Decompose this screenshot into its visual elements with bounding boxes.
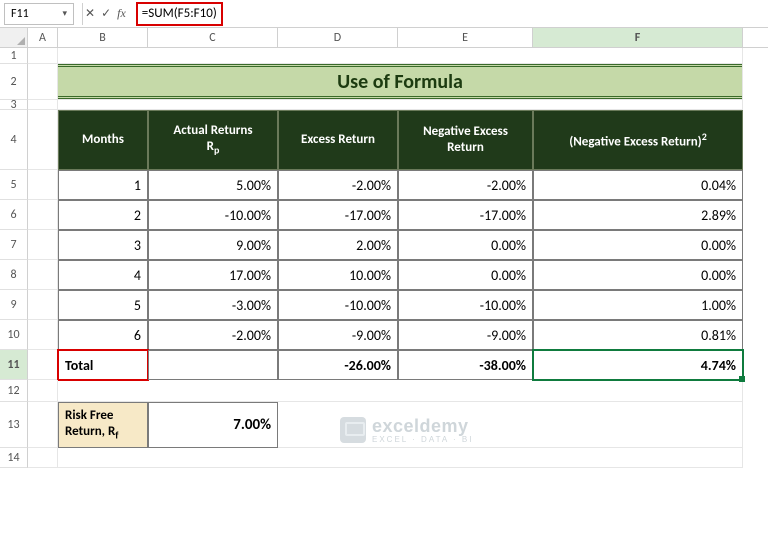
risk-free-value[interactable]: 7.00% — [148, 402, 278, 448]
header-excess-return[interactable]: Excess Return — [278, 110, 398, 170]
table-cell[interactable]: 2.89% — [533, 200, 743, 230]
header-negative-excess[interactable]: Negative Excess Return — [398, 110, 533, 170]
table-cell[interactable]: -17.00% — [278, 200, 398, 230]
cell[interactable] — [28, 230, 58, 260]
cell[interactable] — [28, 290, 58, 320]
table-cell[interactable]: 0.00% — [398, 260, 533, 290]
table-cell[interactable]: 0.04% — [533, 170, 743, 200]
selected-cell[interactable]: 4.74% — [533, 350, 743, 380]
col-header-A[interactable]: A — [28, 28, 58, 47]
row-header[interactable]: 13 — [0, 402, 28, 448]
row-header[interactable]: 14 — [0, 448, 28, 468]
table-cell[interactable]: 0.00% — [398, 230, 533, 260]
formula-bar-buttons: ✕ ✓ fx — [82, 3, 132, 25]
watermark-tagline: EXCEL · DATA · BI — [372, 435, 473, 444]
row-header[interactable]: 4 — [0, 110, 28, 170]
table-cell[interactable]: -10.00% — [148, 200, 278, 230]
table-cell[interactable]: 3 — [58, 230, 148, 260]
enter-icon[interactable]: ✓ — [101, 6, 111, 21]
col-header-F[interactable]: F — [533, 28, 743, 47]
header-negative-excess-sq[interactable]: (Negative Excess Return)2 — [533, 110, 743, 170]
cell[interactable] — [58, 380, 743, 402]
title-cell[interactable]: Use of Formula — [58, 64, 743, 100]
table-cell[interactable]: -10.00% — [278, 290, 398, 320]
col-header-B[interactable]: B — [58, 28, 148, 47]
total-cell[interactable] — [148, 350, 278, 380]
cell[interactable] — [28, 380, 58, 402]
cell[interactable] — [58, 100, 743, 110]
column-header-row: A B C D E F — [0, 28, 768, 48]
table-cell[interactable]: -9.00% — [398, 320, 533, 350]
table-cell[interactable]: 0.00% — [533, 230, 743, 260]
name-box[interactable]: F11 ▾ — [4, 3, 74, 25]
row-header[interactable]: 8 — [0, 260, 28, 290]
cell[interactable] — [28, 48, 58, 64]
header-actual-returns[interactable]: Actual ReturnsRp — [148, 110, 278, 170]
table-cell[interactable]: 2.00% — [278, 230, 398, 260]
table-cell[interactable]: 0.00% — [533, 260, 743, 290]
table-cell[interactable]: 10.00% — [278, 260, 398, 290]
table-cell[interactable]: 6 — [58, 320, 148, 350]
cell[interactable] — [28, 200, 58, 230]
formula-input[interactable]: =SUM(F5:F10) — [132, 3, 764, 25]
row-header[interactable]: 12 — [0, 380, 28, 402]
table-cell[interactable]: 2 — [58, 200, 148, 230]
total-cell[interactable]: -26.00% — [278, 350, 398, 380]
cell[interactable] — [28, 260, 58, 290]
table-cell[interactable]: 17.00% — [148, 260, 278, 290]
table-cell[interactable]: -2.00% — [278, 170, 398, 200]
cell[interactable] — [58, 448, 743, 468]
row-header[interactable]: 2 — [0, 64, 28, 100]
cell[interactable] — [28, 100, 58, 110]
table-cell[interactable]: -17.00% — [398, 200, 533, 230]
table-cell[interactable]: 4 — [58, 260, 148, 290]
table-cell[interactable]: -3.00% — [148, 290, 278, 320]
watermark-logo: exceldemy EXCEL · DATA · BI — [340, 416, 473, 444]
cell[interactable] — [28, 320, 58, 350]
cancel-icon[interactable]: ✕ — [85, 6, 95, 21]
total-cell[interactable]: -38.00% — [398, 350, 533, 380]
cell[interactable] — [28, 110, 58, 170]
chevron-down-icon[interactable]: ▾ — [62, 8, 67, 19]
row-header[interactable]: 9 — [0, 290, 28, 320]
cell[interactable] — [28, 170, 58, 200]
total-label[interactable]: Total — [58, 350, 148, 380]
formula-text: =SUM(F5:F10) — [136, 2, 223, 26]
row-header[interactable]: 11 — [0, 350, 28, 380]
select-all-corner[interactable] — [0, 28, 28, 47]
cell[interactable] — [58, 48, 743, 64]
row-header[interactable]: 7 — [0, 230, 28, 260]
sheet-title: Use of Formula — [58, 64, 742, 99]
table-cell[interactable]: -10.00% — [398, 290, 533, 320]
row-header[interactable]: 3 — [0, 100, 28, 110]
table-cell[interactable]: 1.00% — [533, 290, 743, 320]
watermark-name: exceldemy — [372, 416, 473, 437]
row-header[interactable]: 6 — [0, 200, 28, 230]
table-cell[interactable]: 0.81% — [533, 320, 743, 350]
row-header[interactable]: 5 — [0, 170, 28, 200]
cell-reference: F11 — [11, 7, 29, 21]
exceldemy-icon — [340, 417, 366, 443]
col-header-C[interactable]: C — [148, 28, 278, 47]
cell[interactable] — [28, 402, 58, 448]
formula-bar: F11 ▾ ✕ ✓ fx =SUM(F5:F10) — [0, 0, 768, 28]
fx-icon[interactable]: fx — [117, 6, 126, 21]
table-cell[interactable]: 5 — [58, 290, 148, 320]
risk-free-label[interactable]: Risk FreeReturn, Rf — [58, 402, 148, 448]
header-months[interactable]: Months — [58, 110, 148, 170]
table-cell[interactable]: 9.00% — [148, 230, 278, 260]
table-cell[interactable]: -9.00% — [278, 320, 398, 350]
grid-body: 1 2 Use of Formula 3 4 Months Actual Ret… — [0, 48, 768, 468]
cell[interactable] — [28, 448, 58, 468]
table-cell[interactable]: -2.00% — [148, 320, 278, 350]
table-cell[interactable]: 5.00% — [148, 170, 278, 200]
table-cell[interactable]: -2.00% — [398, 170, 533, 200]
row-header[interactable]: 1 — [0, 48, 28, 64]
table-cell[interactable]: 1 — [58, 170, 148, 200]
col-header-D[interactable]: D — [278, 28, 398, 47]
row-header[interactable]: 10 — [0, 320, 28, 350]
cell[interactable] — [28, 350, 58, 380]
col-header-E[interactable]: E — [398, 28, 533, 47]
cell[interactable] — [28, 64, 58, 100]
